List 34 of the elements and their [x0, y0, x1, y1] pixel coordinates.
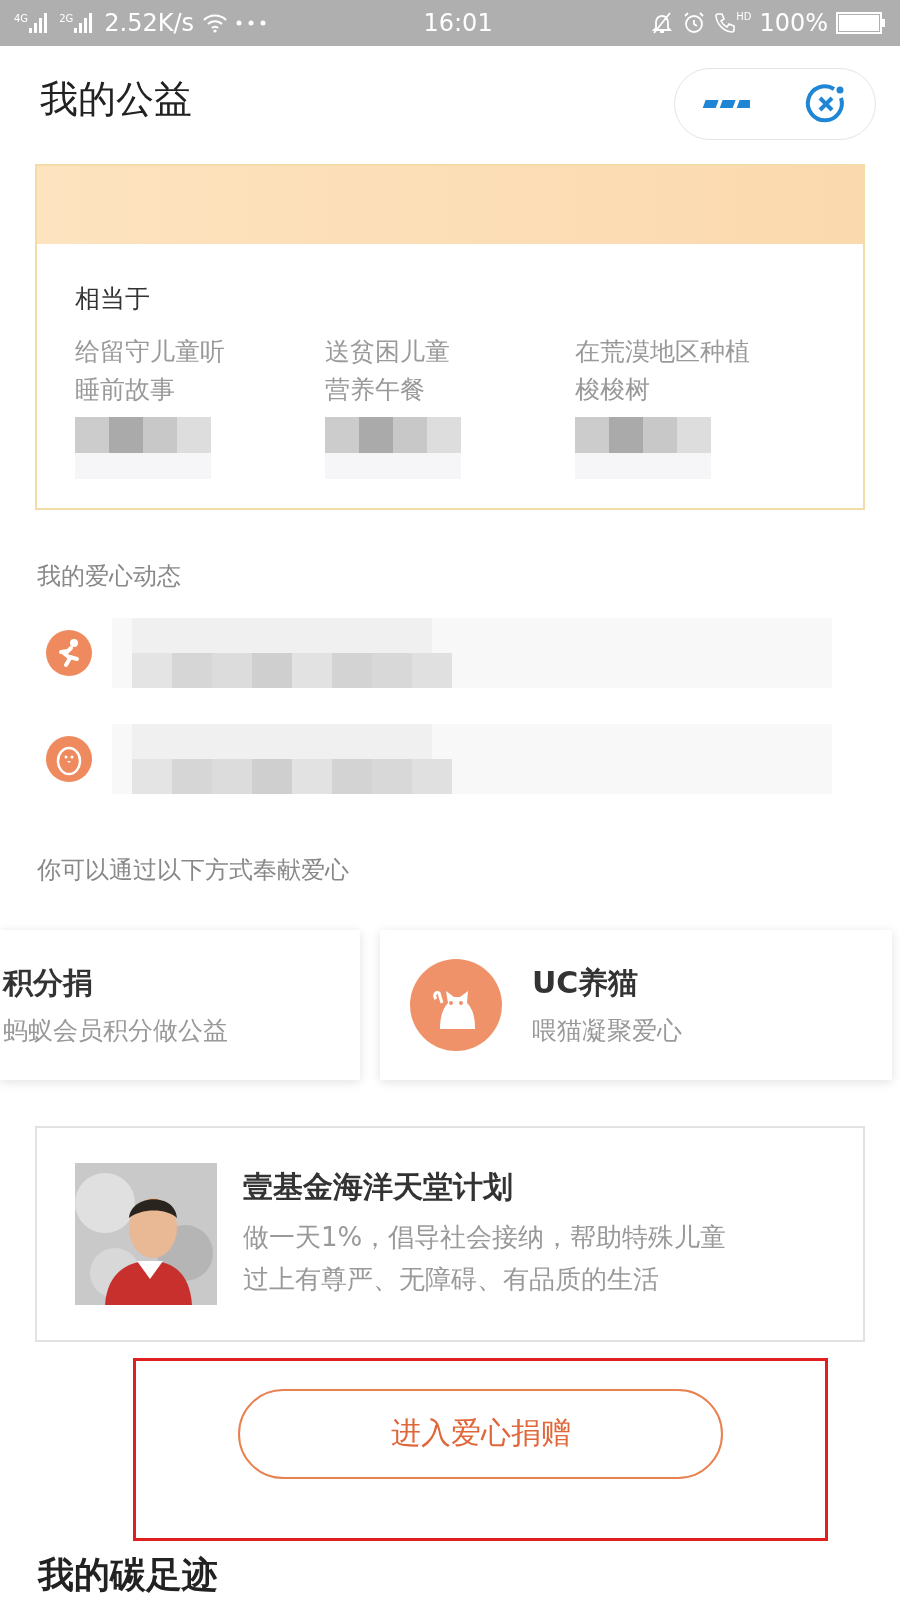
section-heading: 我的碳足迹 — [36, 1553, 219, 1597]
page-title: 我的公益 — [40, 75, 192, 123]
clock-time: 16:01 — [422, 8, 494, 37]
battery-icon — [836, 11, 886, 34]
more-icon — [236, 19, 266, 26]
card-subtitle: 喂猫凝聚爱心 — [532, 1014, 682, 1047]
network-label: 4G — [14, 12, 29, 24]
network-speed: 2.52K/s — [104, 8, 194, 37]
equivalent-text: 给留守儿童听 — [75, 336, 226, 369]
equivalent-text: 营养午餐 — [325, 374, 426, 407]
chick-icon — [46, 735, 92, 782]
runner-icon — [46, 629, 92, 676]
card-title: UC养猫 — [532, 963, 640, 1002]
section-title: 你可以通过以下方式奉献爱心 — [36, 854, 350, 886]
network-label: 2G — [59, 12, 74, 24]
card-title: 积分捐 — [3, 963, 94, 1002]
section-title: 我的爱心动态 — [36, 560, 182, 592]
card-subtitle: 蚂蚁会员积分做公益 — [3, 1014, 228, 1047]
equivalent-label: 相当于 — [74, 283, 151, 316]
project-description: 做一天1%，倡导社会接纳，帮助特殊儿童过上有尊严、无障碍、有品质的生活 — [243, 1221, 728, 1297]
equivalent-text: 送贫困儿童 — [325, 336, 451, 369]
wifi-icon — [202, 12, 228, 33]
battery-percent: 100% — [759, 8, 828, 37]
more-icon[interactable] — [701, 98, 750, 109]
donation-card[interactable]: UC养猫 喂猫凝聚爱心 — [380, 929, 892, 1080]
project-title: 壹基金海洋天堂计划 — [243, 1168, 514, 1207]
equivalent-text: 在荒漠地区种植 — [575, 336, 751, 369]
cat-icon — [410, 958, 502, 1051]
call-label: HD — [736, 10, 752, 22]
equivalent-text: 睡前故事 — [75, 374, 176, 407]
equivalent-text: 梭梭树 — [575, 374, 651, 407]
bell-off-icon — [650, 10, 675, 35]
donation-card[interactable]: 积分捐 蚂蚁会员积分做公益 — [0, 929, 360, 1080]
phone-icon — [714, 10, 737, 35]
